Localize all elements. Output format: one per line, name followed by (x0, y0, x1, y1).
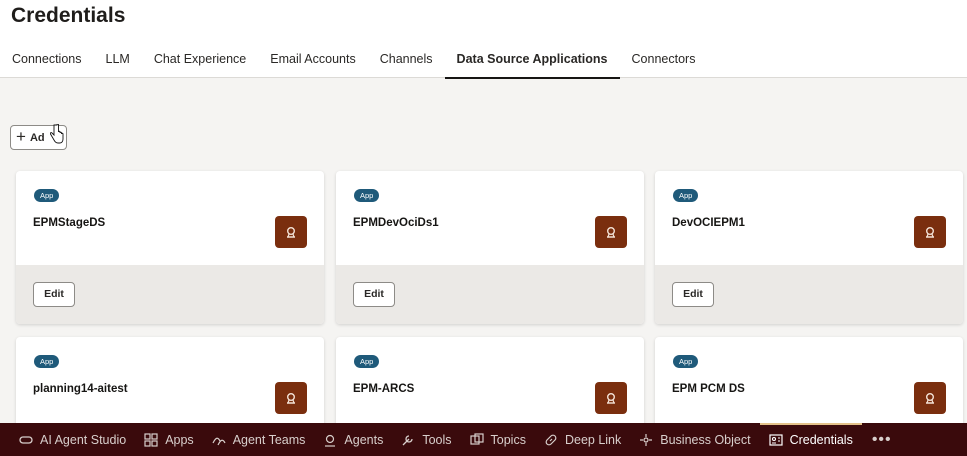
app-card[interactable]: App planning14-aitest (16, 337, 324, 427)
bottom-nav-topics[interactable]: Topics (461, 423, 535, 456)
card-title: EPM-ARCS (353, 383, 415, 395)
app-badge: App (354, 189, 380, 202)
bottom-nav-label: Tools (422, 432, 452, 447)
bottom-nav-label: Topics (490, 432, 526, 447)
plus-icon: + (16, 127, 26, 146)
app-badge: App (34, 355, 60, 368)
bottom-nav-label: Credentials (789, 432, 853, 447)
bottom-nav-deep-link[interactable]: Deep Link (535, 423, 630, 456)
app-badge: App (34, 189, 60, 202)
app-card[interactable]: App EPMStageDS Edit (16, 171, 324, 324)
bottom-nav-agents[interactable]: Agents (314, 423, 392, 456)
tools-icon (402, 434, 413, 445)
credential-app-icon (914, 216, 946, 248)
add-button-label: Ad (29, 131, 45, 144)
tab-connectors[interactable]: Connectors (620, 44, 708, 78)
edit-button[interactable]: Edit (672, 282, 714, 307)
app-badge: App (354, 355, 380, 368)
agents-icon (325, 434, 336, 447)
card-title: EPM PCM DS (672, 383, 745, 395)
credential-app-icon (275, 216, 307, 248)
bottom-nav-label: Agent Teams (232, 432, 306, 447)
bottom-nav-label: Business Object (660, 432, 751, 447)
tab-data-source-applications[interactable]: Data Source Applications (444, 44, 620, 79)
tab-email-accounts[interactable]: Email Accounts (258, 44, 367, 78)
credential-app-icon (914, 382, 946, 414)
card-title: EPMDevOciDs1 (353, 217, 439, 229)
credential-app-icon (275, 382, 307, 414)
card-title: EPMStageDS (33, 217, 106, 229)
link-icon (545, 434, 557, 445)
hand-cursor-icon (50, 124, 64, 144)
tab-channels[interactable]: Channels (368, 44, 445, 78)
app-card[interactable]: App EPM-ARCS (336, 337, 644, 427)
tab-bar: Connections LLM Chat Experience Email Ac… (0, 44, 708, 79)
agent-teams-icon (212, 437, 226, 445)
more-options-icon[interactable]: ••• (862, 431, 902, 449)
card-title: planning14-aitest (33, 383, 128, 395)
tab-chat-experience[interactable]: Chat Experience (142, 44, 258, 78)
bottom-nav-business-object[interactable]: Business Object (630, 423, 759, 456)
tab-llm[interactable]: LLM (94, 44, 142, 78)
bottom-nav-label: Agents (344, 432, 384, 447)
app-card[interactable]: App DevOCIEPM1 Edit (655, 171, 963, 324)
bottom-nav-bar: AI Agent Studio Apps Agent Teams Agents … (0, 423, 967, 456)
bottom-nav-tools[interactable]: Tools (392, 423, 460, 456)
page-header: Credentials Connections LLM Chat Experie… (0, 0, 967, 79)
studio-icon (19, 435, 33, 444)
credentials-icon (768, 433, 783, 446)
credential-app-icon (595, 382, 627, 414)
app-badge: App (673, 189, 699, 202)
app-card[interactable]: App EPMDevOciDs1 Edit (336, 171, 644, 324)
credential-app-icon (595, 216, 627, 248)
tab-connections[interactable]: Connections (0, 44, 94, 78)
card-title: DevOCIEPM1 (672, 217, 745, 229)
bottom-nav-label: AI Agent Studio (40, 432, 127, 447)
bottom-nav-apps[interactable]: Apps (135, 423, 203, 456)
topics-icon (469, 432, 484, 445)
app-card[interactable]: App EPM PCM DS (655, 337, 963, 427)
bottom-nav-label: Apps (165, 432, 194, 447)
business-object-icon (640, 433, 653, 446)
page-title: Credentials (11, 4, 126, 27)
edit-button[interactable]: Edit (33, 282, 75, 307)
bottom-nav-label: Deep Link (564, 432, 622, 447)
apps-grid-icon (144, 432, 158, 447)
edit-button[interactable]: Edit (353, 282, 395, 307)
bottom-nav-agent-teams[interactable]: Agent Teams (203, 423, 315, 456)
app-badge: App (673, 355, 699, 368)
bottom-nav-credentials[interactable]: Credentials (759, 423, 863, 456)
bottom-nav-ai-agent-studio[interactable]: AI Agent Studio (10, 423, 135, 456)
